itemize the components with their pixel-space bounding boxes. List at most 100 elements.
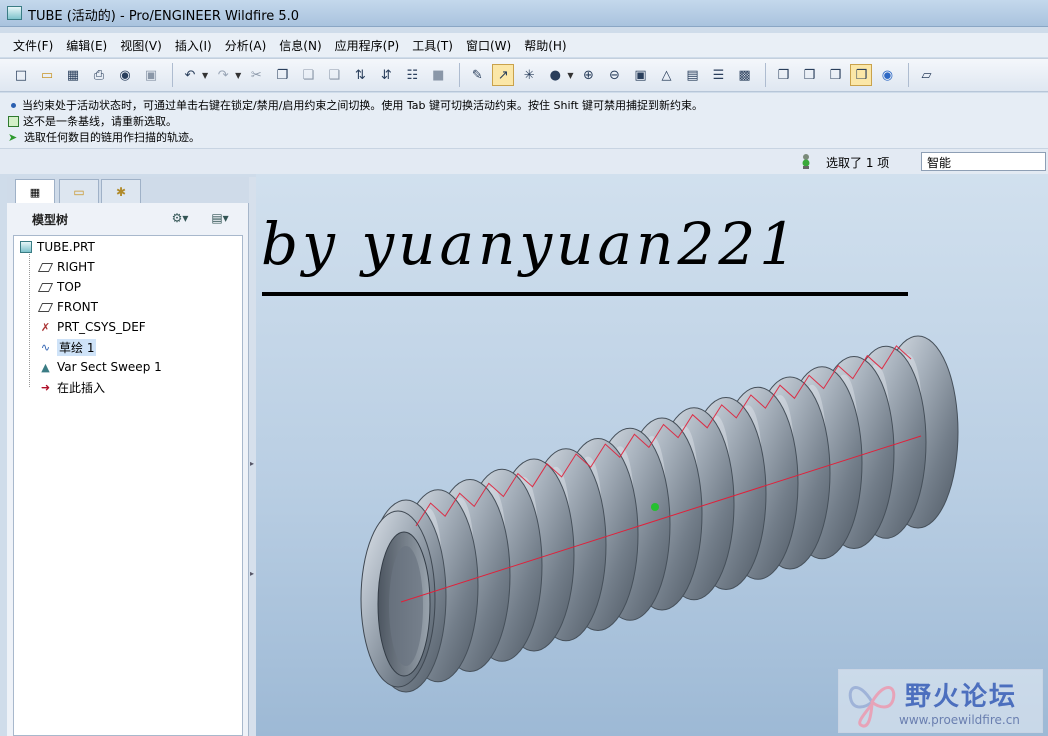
panel-splitter[interactable]: ▸ ▸: [249, 177, 256, 736]
start-point-marker: [651, 503, 659, 511]
window-title: TUBE (活动的) - Pro/ENGINEER Wildfire 5.0: [28, 9, 300, 24]
menu-bar: 文件(F) 编辑(E) 视图(V) 插入(I) 分析(A) 信息(N) 应用程序…: [0, 33, 1048, 57]
menu-analysis[interactable]: 分析(A): [220, 37, 272, 54]
menu-help[interactable]: 帮助(H): [519, 37, 571, 54]
erase-icon[interactable]: ▣: [140, 64, 162, 86]
favorites-tab-icon: ✱: [115, 184, 127, 199]
paste-icon[interactable]: ❏: [297, 64, 319, 86]
redo-icon[interactable]: ↷: [212, 64, 234, 86]
tree-item-right[interactable]: RIGHT: [37, 258, 95, 276]
saved-views-icon[interactable]: ▤: [681, 64, 703, 86]
forum-url: www.proewildfire.cn: [899, 713, 1020, 727]
toolbar-separator: [459, 63, 461, 87]
tab-favorites[interactable]: ✱: [101, 179, 141, 203]
tree-item-var-sect-sweep-1[interactable]: ▲ Var Sect Sweep 1: [38, 358, 162, 376]
show-icon: ▤▾: [211, 211, 229, 225]
sketch-icon: ∿: [40, 340, 51, 354]
settings-icon: ⚙▾: [171, 211, 189, 225]
menu-window[interactable]: 窗口(W): [461, 37, 516, 54]
traffic-light-icon: [802, 154, 810, 169]
tree-settings-button[interactable]: ⚙▾: [165, 208, 195, 228]
datum-plane-icon: [37, 301, 54, 314]
shade-dropdown-icon[interactable]: ▼: [567, 71, 573, 80]
appearance-icon[interactable]: ▩: [733, 64, 755, 86]
menu-view[interactable]: 视图(V): [115, 37, 167, 54]
hidden-line-icon[interactable]: ❒: [798, 64, 820, 86]
layers-icon[interactable]: ☰: [707, 64, 729, 86]
menu-edit[interactable]: 编辑(E): [61, 37, 112, 54]
navigator-tabs: ▦ ▭ ✱: [7, 177, 255, 205]
menu-applications[interactable]: 应用程序(P): [330, 37, 405, 54]
print-icon[interactable]: ⎙: [88, 64, 110, 86]
tab-model-tree[interactable]: ▦: [15, 179, 55, 205]
tree-item-insert-here[interactable]: ➜ 在此插入: [38, 378, 105, 396]
menu-insert[interactable]: 插入(I): [170, 37, 217, 54]
regenerate-manager-icon[interactable]: ⇵: [375, 64, 397, 86]
tab-folder-browser[interactable]: ▭: [59, 179, 99, 203]
model-tree-header: 模型树 ⚙▾ ▤▾: [7, 203, 249, 233]
csys-icon: ✗: [40, 320, 51, 334]
paste-special-icon[interactable]: ❑: [323, 64, 345, 86]
butterfly-logo-icon: [848, 686, 896, 728]
graphics-window[interactable]: by yuanyuan221 野火论坛 www.proewildfire.cn: [256, 174, 1048, 736]
message-line: 当约束处于活动状态时，可通过单击右键在锁定/禁用/启用约束之间切换。使用 Tab…: [8, 97, 703, 113]
menu-tools[interactable]: 工具(T): [407, 37, 458, 54]
shading-icon[interactable]: ❒: [850, 64, 873, 86]
undo-icon[interactable]: ↶: [179, 64, 201, 86]
part-icon: [18, 241, 33, 254]
forum-watermark-logo: 野火论坛 www.proewildfire.cn: [838, 669, 1043, 733]
folder-tab-icon: ▭: [73, 184, 85, 199]
message-line: 这不是一条基线，请重新选取。: [8, 113, 177, 129]
repaint-icon[interactable]: ✎: [466, 64, 488, 86]
message-line: ➤ 选取任何数目的链用作扫描的轨迹。: [8, 130, 200, 144]
open-folder-icon[interactable]: ▭: [36, 64, 58, 86]
undo-dropdown-icon[interactable]: ▼: [202, 71, 208, 80]
menu-info[interactable]: 信息(N): [274, 37, 326, 54]
shade-icon[interactable]: ●: [544, 64, 566, 86]
tube-end-face: [360, 510, 436, 688]
tree-connector: [29, 254, 30, 387]
zoom-out-icon[interactable]: ⊖: [603, 64, 625, 86]
tree-item-top[interactable]: TOP: [37, 278, 81, 296]
author-signature: by yuanyuan221: [261, 210, 801, 278]
model-tree: TUBE.PRT RIGHT TOP FRONT ✗ PRT_CSYS_DEF …: [13, 235, 243, 736]
redo-dropdown-icon[interactable]: ▼: [235, 71, 241, 80]
message-area: 当约束处于活动状态时，可通过单击右键在锁定/禁用/启用约束之间切换。使用 Tab…: [0, 93, 1048, 148]
sweep-icon: ▲: [41, 360, 50, 374]
tree-item-sketch-1[interactable]: ∿ 草绘 1: [38, 338, 97, 356]
app-icon: [7, 6, 22, 20]
tree-item-prt-csys-def[interactable]: ✗ PRT_CSYS_DEF: [38, 318, 146, 336]
no-hidden-icon[interactable]: ❒: [824, 64, 846, 86]
spin-center-icon[interactable]: ✳: [518, 64, 540, 86]
collapse-grip-icon[interactable]: ▸: [250, 569, 254, 578]
new-file-icon[interactable]: □: [10, 64, 32, 86]
collapse-grip-icon[interactable]: ▸: [250, 459, 254, 468]
find-icon[interactable]: ☷: [401, 64, 423, 86]
wireframe-icon[interactable]: ❒: [772, 64, 794, 86]
view-manager-icon[interactable]: △: [655, 64, 677, 86]
tree-show-button[interactable]: ▤▾: [205, 208, 235, 228]
print-preview-icon[interactable]: ◉: [114, 64, 136, 86]
orient-icon[interactable]: ↗: [492, 64, 515, 86]
datum-planes-icon[interactable]: ▱: [915, 64, 937, 86]
save-icon[interactable]: ▦: [62, 64, 84, 86]
selection-bar: 选取了 1 项 智能: [0, 148, 1048, 174]
main-toolbar: □ ▭ ▦ ⎙ ◉ ▣ ↶ ▼ ↷ ▼ ✂ ❐ ❏ ❑ ⇅ ⇵ ☷ ■ ✎ ↗ …: [0, 58, 1048, 92]
info-bullet-icon: [11, 102, 16, 108]
refit-icon[interactable]: ▣: [629, 64, 651, 86]
menu-file[interactable]: 文件(F): [8, 37, 58, 54]
model-tree-display-icon[interactable]: ◉: [876, 64, 898, 86]
cut-icon[interactable]: ✂: [245, 64, 267, 86]
selection-status: 选取了 1 项: [826, 156, 890, 170]
prompt-arrow-icon: ➤: [8, 130, 18, 144]
tree-item-tube-prt[interactable]: TUBE.PRT: [18, 238, 95, 256]
datum-plane-icon: [37, 281, 54, 294]
toolbar-separator: [908, 63, 910, 87]
regenerate-icon[interactable]: ⇅: [349, 64, 371, 86]
tree-item-front[interactable]: FRONT: [37, 298, 98, 316]
zoom-in-icon[interactable]: ⊕: [577, 64, 599, 86]
selection-filter-select[interactable]: 智能: [921, 152, 1046, 171]
copy-icon[interactable]: ❐: [271, 64, 293, 86]
select-box-icon[interactable]: ■: [427, 64, 449, 86]
toolbar-separator: [765, 63, 767, 87]
